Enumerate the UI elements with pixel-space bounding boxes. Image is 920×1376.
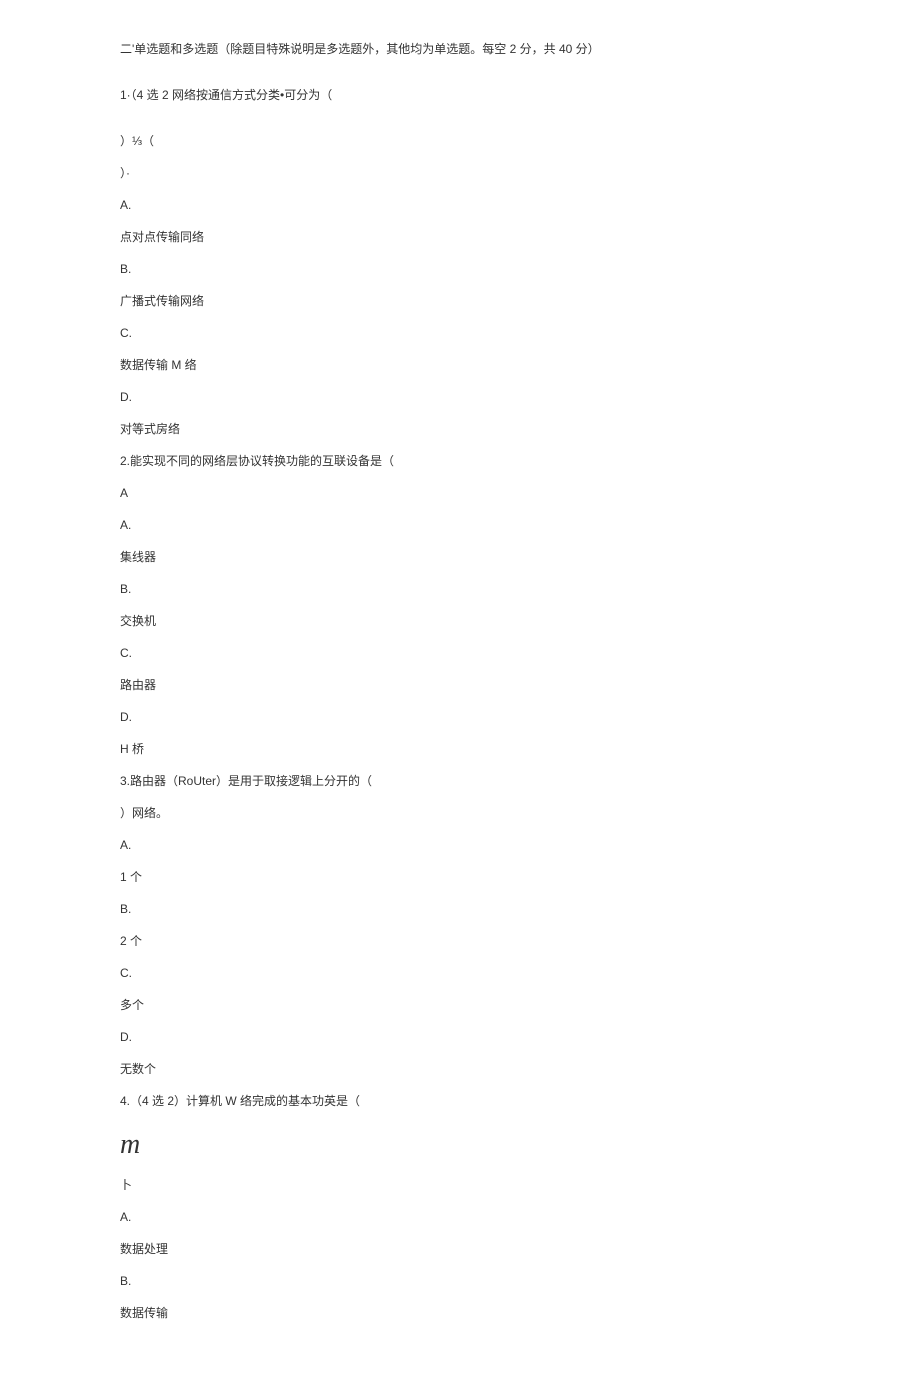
q1-optC-text: 数据传输 M 络 [120,356,800,374]
q4-extra1: 卜 [120,1176,800,1194]
q1-extra1: ）⅓（ [120,132,800,150]
section-title: 二'单选题和多选题（除题目特殊说明是多选题外，其他均为单选题。每空 2 分，共 … [120,40,800,58]
q3-optA-label: A. [120,836,800,854]
q3-optC-text: 多个 [120,996,800,1014]
q1-optD-text: 对等式房络 [120,420,800,438]
q3-stem: 3.路由器（RoUter）是用于取接逻辑上分开的（ [120,772,800,790]
q1-optB-text: 广播式传输网络 [120,292,800,310]
q2-optD-text: H 桥 [120,740,800,758]
q4-optA-text: 数据处理 [120,1240,800,1258]
q1-optA-text: 点对点传输同络 [120,228,800,246]
q4-optB-text: 数据传输 [120,1304,800,1322]
q4-bigm: m [120,1124,800,1166]
q4-optB-label: B. [120,1272,800,1290]
q2-optB-label: B. [120,580,800,598]
q4-stem: 4.（4 选 2）计算机 W 络完成的基本功英是（ [120,1092,800,1110]
q3-optB-text: 2 个 [120,932,800,950]
q3-optD-label: D. [120,1028,800,1046]
q3-optC-label: C. [120,964,800,982]
q2-optD-label: D. [120,708,800,726]
q1-extra2: ）· [120,164,800,182]
q2-extra1: A [120,484,800,502]
q3-optA-text: 1 个 [120,868,800,886]
q2-optC-label: C. [120,644,800,662]
q1-optC-label: C. [120,324,800,342]
q2-optC-text: 路由器 [120,676,800,694]
q2-optB-text: 交换机 [120,612,800,630]
q2-optA-text: 集线器 [120,548,800,566]
q1-stem: 1·（4 选 2 网络按通信方式分类•可分为（ [120,86,800,104]
q2-optA-label: A. [120,516,800,534]
q3-extra1: ）网络。 [120,804,800,822]
q3-optD-text: 无数个 [120,1060,800,1078]
q1-optD-label: D. [120,388,800,406]
q2-stem: 2.能实现不同的网络层协议转换功能的互联设备是（ [120,452,800,470]
q3-optB-label: B. [120,900,800,918]
q1-optB-label: B. [120,260,800,278]
q1-optA-label: A. [120,196,800,214]
q4-optA-label: A. [120,1208,800,1226]
